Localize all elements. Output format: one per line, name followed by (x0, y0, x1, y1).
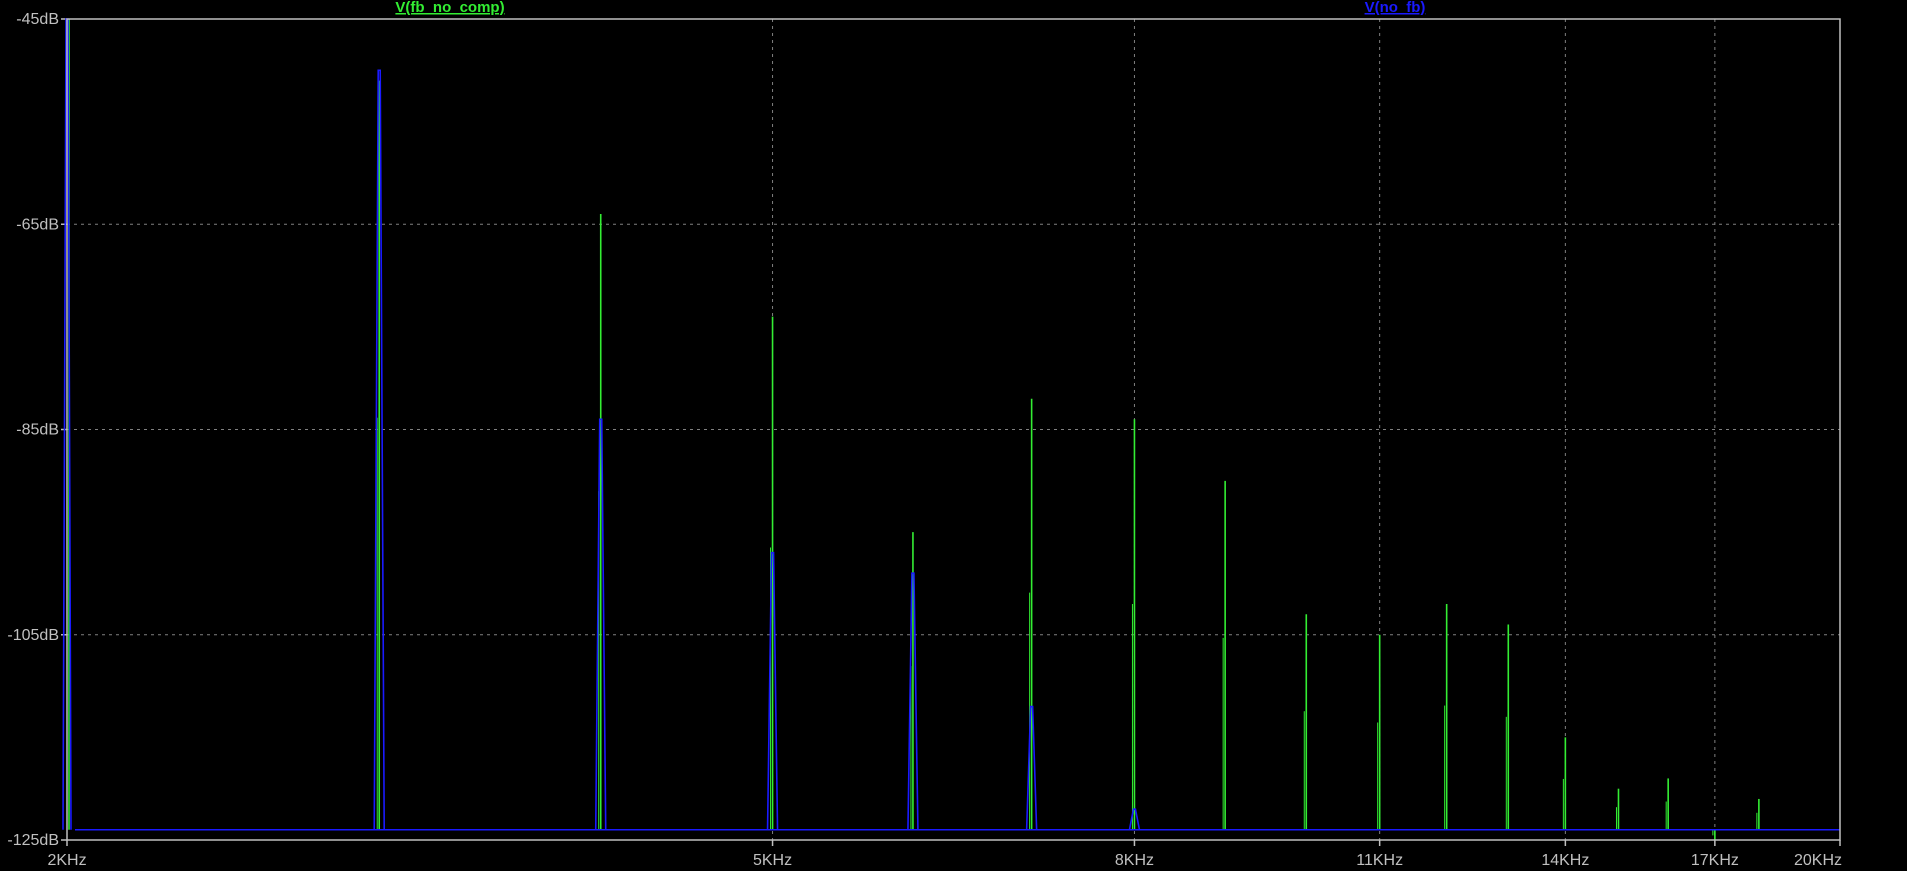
x-tick-label: 11KHz (1356, 852, 1403, 869)
y-tick-label: -65dB (16, 216, 59, 233)
x-tick-label: 8KHz (1115, 852, 1154, 869)
legend-label-no-fb: V(no_fb) (1365, 0, 1426, 16)
x-tick-label: 5KHz (753, 852, 792, 869)
x-tick-label: 17KHz (1691, 852, 1739, 869)
y-tick-label: -125dB (7, 832, 59, 849)
y-tick-label: -85dB (16, 422, 59, 439)
legend-label-fb-no-comp: V(fb_no_comp) (395, 0, 504, 16)
y-tick-label: -105dB (7, 627, 59, 644)
plot-background (0, 0, 1907, 871)
spectrum-plot: -45dB -65dB -85dB -105dB -125dB 2KHz 5KHz 8KHz 1… (0, 0, 1907, 871)
y-tick-label: -45dB (16, 11, 59, 28)
x-tick-label: 14KHz (1541, 852, 1589, 869)
chart-canvas: -45dB -65dB -85dB -105dB -125dB 2KHz 5KHz 8KHz 1… (0, 0, 1907, 871)
x-tick-label: 2KHz (47, 852, 86, 869)
x-tick-label: 20KHz (1794, 852, 1842, 869)
